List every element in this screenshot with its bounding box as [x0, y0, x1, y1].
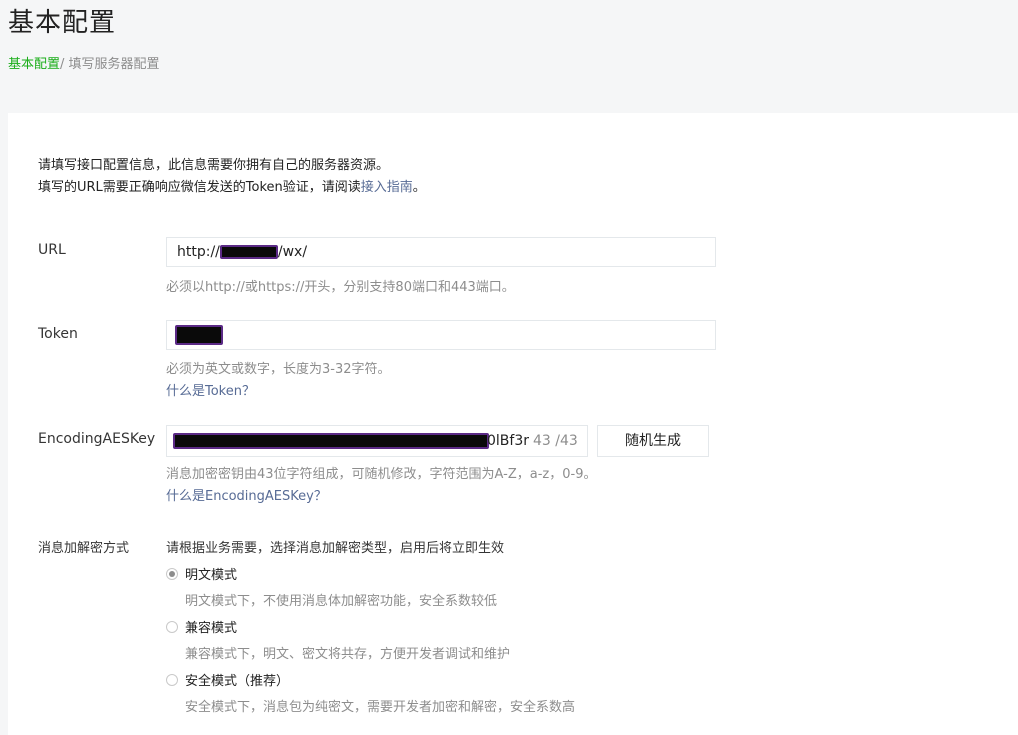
aes-key-visible-tail: 0lBf3r — [487, 433, 529, 449]
compatible-mode-desc: 兼容模式下，明文、密文将共存，方便开发者调试和维护 — [185, 647, 511, 662]
aes-key-label: EncodingAESKey — [38, 431, 156, 447]
token-input[interactable] — [166, 320, 716, 350]
aes-key-counter: 43 /43 — [533, 433, 578, 449]
radio-plaintext-mode[interactable]: 明文模式 — [166, 564, 237, 583]
url-hint: 必须以http://或https://开头，分别支持80端口和443端口。 — [166, 280, 515, 295]
intro-line-2-suffix: 。 — [412, 180, 426, 195]
aes-key-input[interactable]: 0lBf3r 43 /43 — [166, 425, 588, 457]
token-hint: 必须为英文或数字，长度为3-32字符。 — [166, 362, 391, 377]
what-is-aes-key-link[interactable]: 什么是EncodingAESKey？ — [166, 485, 327, 504]
radio-button-checked[interactable] — [166, 567, 178, 580]
breadcrumb-parent-link[interactable]: 基本配置 — [8, 57, 60, 72]
radio-label: 明文模式 — [185, 568, 238, 583]
aes-key-hint: 消息加密密钥由43位字符组成，可随机修改，字符范围为A-Z，a-z，0-9。 — [166, 467, 597, 482]
config-panel: 请填写接口配置信息，此信息需要你拥有自己的服务器资源。 填写的URL需要正确响应… — [8, 113, 1018, 735]
radio-compatible-mode[interactable]: 兼容模式 — [166, 617, 237, 636]
access-guide-link[interactable]: 接入指南 — [361, 180, 413, 195]
url-value-prefix: http:// — [177, 244, 220, 260]
intro-line-2: 填写的URL需要正确响应微信发送的Token验证，请阅读接入指南。 — [38, 177, 426, 199]
generate-random-button[interactable]: 随机生成 — [597, 425, 709, 457]
token-label: Token — [38, 326, 78, 342]
plaintext-mode-desc: 明文模式下，不使用消息体加解密功能，安全系数较低 — [185, 594, 498, 609]
url-value-suffix: /wx/ — [277, 244, 308, 260]
encryption-mode-label: 消息加解密方式 — [38, 541, 130, 556]
radio-secure-mode[interactable]: 安全模式（推荐） — [166, 670, 289, 689]
breadcrumb: 基本配置/ 填写服务器配置 — [8, 53, 160, 72]
radio-button[interactable] — [166, 620, 178, 633]
token-redaction — [175, 325, 223, 345]
aes-key-redaction — [173, 433, 489, 449]
encryption-description: 请根据业务需要，选择消息加解密类型，启用后将立即生效 — [166, 541, 505, 556]
radio-label: 安全模式（推荐） — [185, 674, 290, 689]
what-is-token-link[interactable]: 什么是Token？ — [166, 380, 255, 399]
radio-label: 兼容模式 — [185, 621, 238, 636]
url-input[interactable]: http:// /wx/ — [166, 237, 716, 267]
url-label: URL — [38, 242, 66, 258]
breadcrumb-separator: / — [60, 57, 69, 72]
url-redaction — [219, 245, 278, 259]
page-title: 基本配置 — [8, 8, 117, 38]
intro-line-2-text: 填写的URL需要正确响应微信发送的Token验证，请阅读 — [38, 180, 361, 195]
secure-mode-desc: 安全模式下，消息包为纯密文，需要开发者加密和解密，安全系数高 — [185, 700, 576, 715]
intro-text: 请填写接口配置信息，此信息需要你拥有自己的服务器资源。 填写的URL需要正确响应… — [38, 155, 426, 199]
breadcrumb-current: 填写服务器配置 — [68, 57, 160, 72]
intro-line-1: 请填写接口配置信息，此信息需要你拥有自己的服务器资源。 — [38, 158, 390, 173]
radio-button[interactable] — [166, 673, 178, 686]
